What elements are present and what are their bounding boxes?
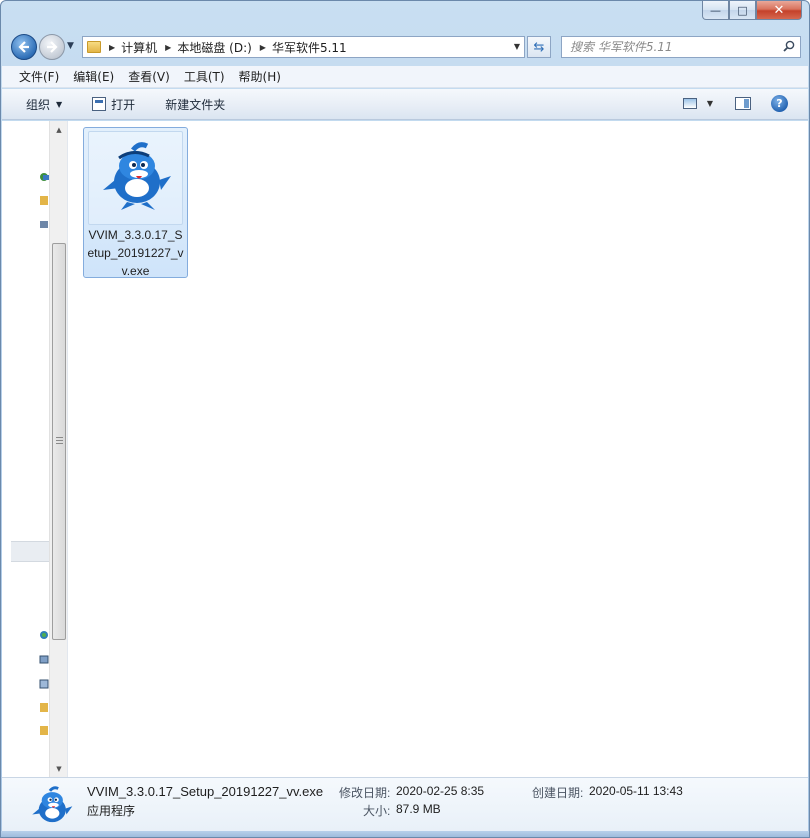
close-button[interactable]: ✕ <box>756 1 802 20</box>
scroll-up-icon[interactable]: ▲ <box>50 121 68 138</box>
menu-file[interactable]: 文件(F) <box>12 68 66 85</box>
open-label: 打开 <box>111 97 136 112</box>
help-icon[interactable]: ? <box>771 95 788 112</box>
details-created-value: 2020-05-11 13:43 <box>589 784 683 798</box>
recent-pages-dropdown[interactable]: ▼ <box>67 41 74 51</box>
search-icon[interactable] <box>783 40 795 52</box>
details-modified-label: 修改日期: <box>339 786 391 800</box>
window-bottom-border <box>1 831 809 837</box>
details-size-label: 大小: <box>363 804 391 818</box>
search-box[interactable] <box>561 36 801 58</box>
control-panel-nav-icon[interactable] <box>39 678 49 690</box>
new-folder-button[interactable]: 新建文件夹 <box>165 96 225 113</box>
open-button[interactable]: 打开 <box>92 96 135 113</box>
details-file-type: 应用程序 <box>87 804 136 818</box>
folder-nav-icon[interactable] <box>39 701 49 713</box>
caption-buttons: — □ ✕ <box>702 1 802 20</box>
favorites-nav-icon[interactable] <box>39 171 49 183</box>
computer-nav-icon[interactable] <box>39 654 49 666</box>
breadcrumb-separator-icon[interactable]: ▶ <box>109 43 115 52</box>
forward-arrow-icon <box>47 41 58 53</box>
back-arrow-icon <box>18 41 29 53</box>
network-nav-icon[interactable] <box>39 629 49 641</box>
breadcrumb-drive-d[interactable]: 本地磁盘 (D:) <box>177 39 251 56</box>
breadcrumb-separator-icon[interactable]: ▶ <box>165 43 171 52</box>
menu-edit[interactable]: 编辑(E) <box>66 68 121 85</box>
view-options-dropdown-icon[interactable]: ▼ <box>707 99 713 108</box>
file-thumbnail <box>88 131 183 225</box>
search-input[interactable] <box>570 40 780 54</box>
change-view-icon[interactable] <box>682 98 697 109</box>
libraries-nav-icon[interactable] <box>39 194 49 206</box>
details-file-name: VVIM_3.3.0.17_Setup_20191227_vv.exe <box>87 784 324 799</box>
details-modified-value: 2020-02-25 8:35 <box>396 784 485 798</box>
menu-view[interactable]: 查看(V) <box>121 68 177 85</box>
scrollbar-thumb[interactable] <box>52 243 66 640</box>
new-folder-label: 新建文件夹 <box>165 97 226 112</box>
chevron-down-icon: ▼ <box>56 99 63 109</box>
vv-dolphin-app-icon <box>103 142 171 210</box>
details-pane: VVIM_3.3.0.17_Setup_20191227_vv.exe 应用程序… <box>2 777 808 833</box>
file-name-label: VVIM_3.3.0.17_Setup_20191227_vv.exe <box>87 228 184 278</box>
open-icon <box>92 97 107 111</box>
minimize-button[interactable]: — <box>702 1 729 20</box>
back-button[interactable] <box>11 34 37 60</box>
refresh-button[interactable]: ⇆ <box>527 36 551 58</box>
command-bar-right: ▼ ? <box>682 95 788 112</box>
vv-dolphin-app-icon <box>32 786 73 823</box>
address-bar[interactable]: ▶ 计算机 ▶ 本地磁盘 (D:) ▶ 华军软件5.11 ▼ <box>82 36 525 58</box>
details-size-value: 87.9 MB <box>396 802 441 816</box>
organize-button[interactable]: 组织 ▼ <box>26 96 62 113</box>
scroll-down-icon[interactable]: ▼ <box>50 760 68 777</box>
address-row: ▼ ▶ 计算机 ▶ 本地磁盘 (D:) ▶ 华军软件5.11 ▼ ⇆ <box>9 31 801 63</box>
explorer-window: — □ ✕ ▼ ▶ 计算机 ▶ 本地磁盘 (D:) ▶ 华军软件5.11 ▼ ⇆ <box>0 0 810 838</box>
preview-pane-icon[interactable] <box>735 97 751 110</box>
menu-bar: 文件(F) 编辑(E) 查看(V) 工具(T) 帮助(H) <box>2 66 808 88</box>
folder-nav-icon-2[interactable] <box>39 724 49 736</box>
scrollbar-grip-icon <box>56 437 63 445</box>
folder-icon <box>87 41 101 53</box>
organize-label: 组织 <box>26 97 51 112</box>
breadcrumb-separator-icon[interactable]: ▶ <box>260 43 266 52</box>
details-created-label: 创建日期: <box>532 786 584 800</box>
file-list-area[interactable]: VVIM_3.3.0.17_Setup_20191227_vv.exe <box>68 121 808 777</box>
command-bar: 组织 ▼ 打开 新建文件夹 ▼ ? <box>2 89 808 120</box>
breadcrumb-current-folder[interactable]: 华军软件5.11 <box>272 39 347 56</box>
breadcrumb-computer[interactable]: 计算机 <box>121 39 157 56</box>
address-dropdown-icon[interactable]: ▼ <box>514 42 520 51</box>
file-item-selected[interactable]: VVIM_3.3.0.17_Setup_20191227_vv.exe <box>83 127 188 278</box>
menu-help[interactable]: 帮助(H) <box>232 68 288 85</box>
nav-pane-scrollbar[interactable]: ▲ ▼ <box>49 121 67 777</box>
nav-separator <box>11 541 51 562</box>
maximize-button[interactable]: □ <box>729 1 756 20</box>
menu-tools[interactable]: 工具(T) <box>177 68 232 85</box>
forward-button[interactable] <box>39 34 65 60</box>
refresh-icon: ⇆ <box>533 39 545 55</box>
homegroup-nav-icon[interactable] <box>39 218 49 230</box>
